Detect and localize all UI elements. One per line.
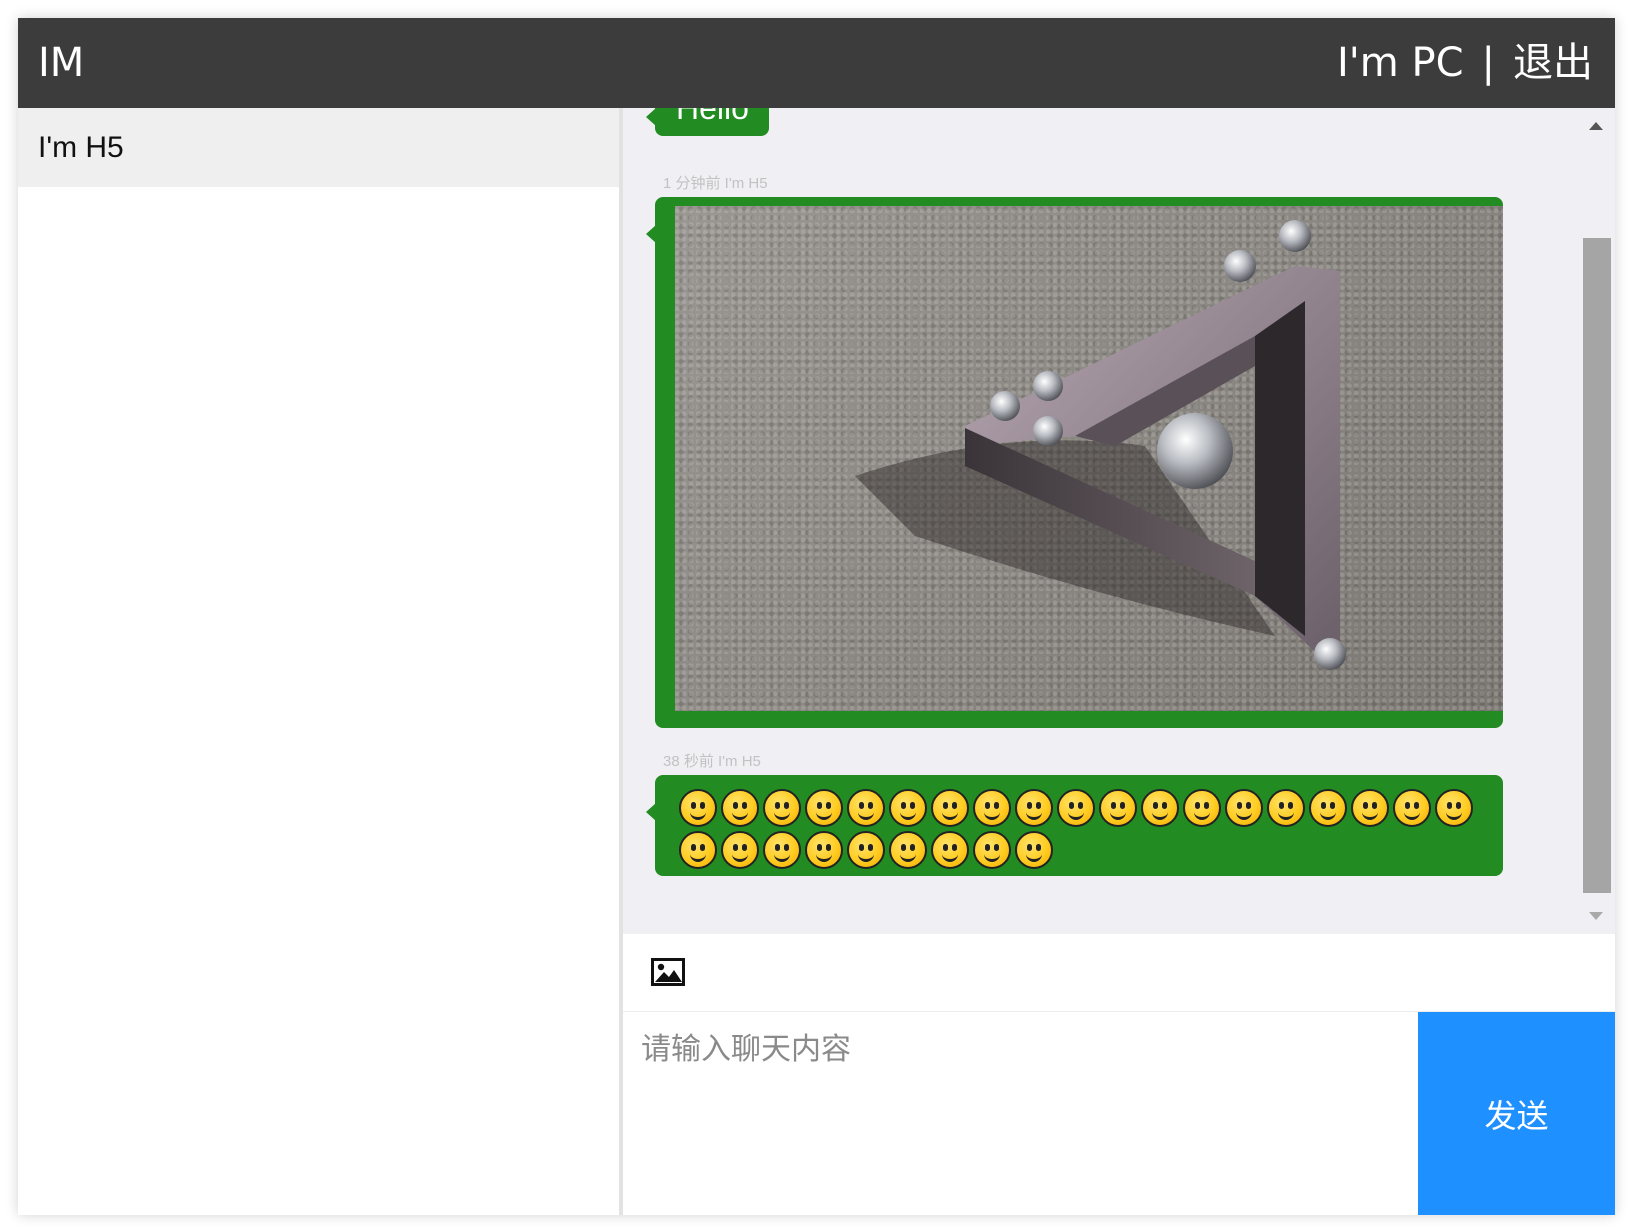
sunglasses-emoji-icon xyxy=(847,789,885,827)
relaxed-emoji-icon xyxy=(1267,789,1305,827)
heart-eyes-emoji-icon xyxy=(847,831,885,869)
current-user-name: I'm PC xyxy=(1336,40,1464,86)
emoji-row xyxy=(679,831,1053,869)
scroll-up-arrow-icon[interactable] xyxy=(1589,122,1603,130)
kissing-heart-emoji-icon xyxy=(889,789,927,827)
logout-button[interactable]: 退出 xyxy=(1513,40,1593,86)
message-list[interactable]: Hello 1 分钟前 I'm H5 38 秒前 I'm H5 xyxy=(623,108,1615,934)
emoji-row xyxy=(679,789,1473,827)
yum-emoji-icon xyxy=(973,831,1011,869)
sweat-smile-emoji-icon xyxy=(1309,789,1347,827)
tears-of-joy-emoji-icon xyxy=(679,831,717,869)
contact-list: I'm H5 xyxy=(18,108,623,1215)
smile-emoji-icon xyxy=(763,789,801,827)
contact-item[interactable]: I'm H5 xyxy=(18,108,619,187)
tongue-emoji-icon xyxy=(973,789,1011,827)
party-emoji-icon xyxy=(721,789,759,827)
app-brand: IM xyxy=(38,40,85,86)
send-image-icon[interactable] xyxy=(651,958,685,986)
grin-emoji-icon xyxy=(721,831,759,869)
halo-emoji-icon xyxy=(931,831,969,869)
flushed-emoji-icon xyxy=(1225,789,1263,827)
message-input-area xyxy=(623,1012,1418,1215)
header-user-area: I'm PC | 退出 xyxy=(1337,18,1593,108)
thinking-emoji-icon xyxy=(1057,789,1095,827)
wink-emoji-icon xyxy=(805,831,843,869)
unamused-emoji-icon xyxy=(1015,831,1053,869)
scroll-down-arrow-icon[interactable] xyxy=(1589,912,1603,920)
impossible-triangle-image xyxy=(855,220,1346,670)
message-bubble-emoji xyxy=(646,775,1503,876)
sobbing-emoji-icon xyxy=(763,831,801,869)
beaming-emoji-icon xyxy=(1435,789,1473,827)
message-input[interactable] xyxy=(623,1012,1418,1215)
message-bubble-image xyxy=(646,197,1503,728)
message-meta: 38 秒前 I'm H5 xyxy=(663,753,761,770)
smirk-emoji-icon xyxy=(889,831,927,869)
message-scrollbar[interactable] xyxy=(1579,108,1615,934)
message-meta: 1 分钟前 I'm H5 xyxy=(663,175,768,192)
hugging-emoji-icon xyxy=(1141,789,1179,827)
grinning-emoji-icon xyxy=(679,789,717,827)
neutral-emoji-icon xyxy=(1351,789,1389,827)
composer-toolbar xyxy=(623,934,1615,1012)
message-bubble-text: Hello xyxy=(646,108,769,136)
chat-panel: Hello 1 分钟前 I'm H5 38 秒前 I'm H5 请输入聊天内容 … xyxy=(623,108,1615,1215)
kissing-emoji-icon xyxy=(1183,789,1221,827)
im-window: IM I'm PC | 退出 I'm H5 Hello 1 分钟前 I'm H5 xyxy=(18,18,1615,1215)
app-header: IM I'm PC | 退出 xyxy=(18,18,1615,108)
winking-tongue-emoji-icon xyxy=(1099,789,1137,827)
scroll-thumb[interactable] xyxy=(1583,238,1611,893)
message-text: Hello xyxy=(676,108,749,126)
header-separator: | xyxy=(1481,40,1495,86)
message-image[interactable] xyxy=(675,206,1503,711)
squint-tongue-emoji-icon xyxy=(1015,789,1053,827)
laughing-emoji-icon xyxy=(805,789,843,827)
smiley-emoji-icon xyxy=(1393,789,1431,827)
blush-emoji-icon xyxy=(931,789,969,827)
send-button[interactable]: 发送 xyxy=(1418,1012,1615,1215)
